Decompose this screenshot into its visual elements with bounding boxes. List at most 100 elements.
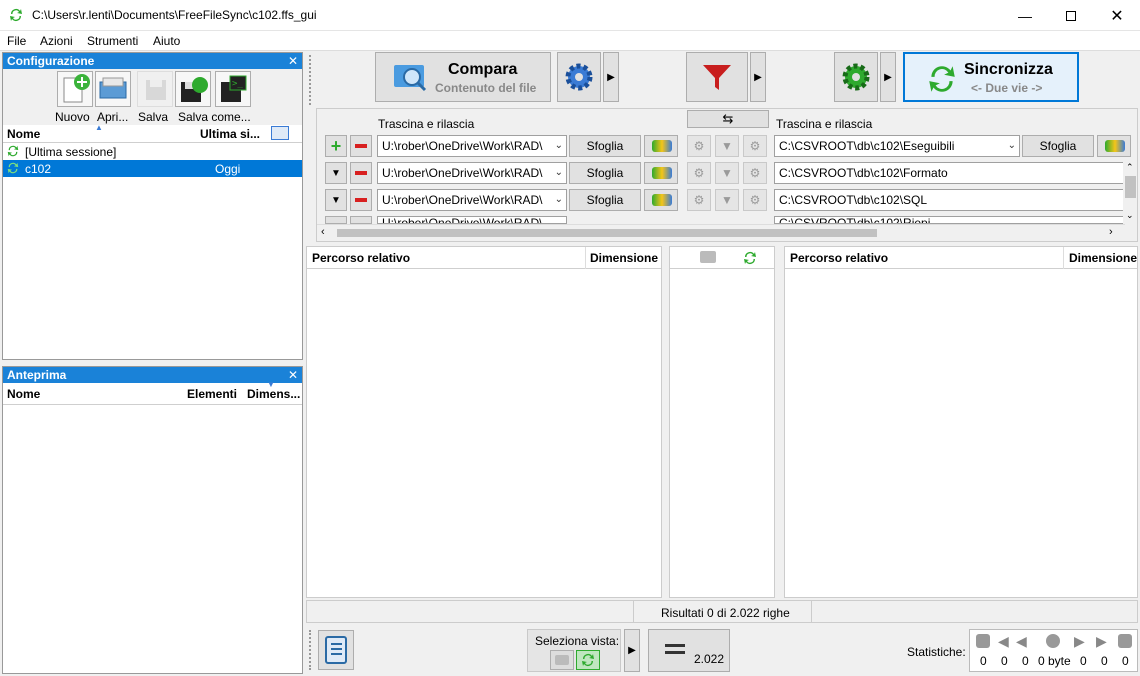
toolbar-grip[interactable] (309, 55, 312, 105)
bottom-grip[interactable] (309, 630, 312, 670)
chevron-down-icon[interactable]: ⌄ (555, 136, 563, 156)
scroll-down-icon[interactable]: ⌄ (1126, 210, 1134, 221)
col-elements-header[interactable]: Elementi (187, 387, 237, 401)
minimize-button[interactable]: — (1002, 0, 1048, 31)
equals-icon-bar (665, 651, 685, 654)
vertical-scrollbar[interactable]: ⌃ ⌄ (1123, 162, 1137, 224)
close-button[interactable]: ✕ (1094, 0, 1140, 31)
compare-settings-button[interactable] (557, 52, 601, 102)
right-col-size[interactable]: Dimensione (1069, 251, 1137, 265)
col-divider (585, 247, 586, 269)
remove-folder-pair-button[interactable] (350, 135, 372, 157)
compare-button[interactable]: Compara Contenuto del file (375, 52, 551, 102)
view-dropdown-button[interactable]: ▶ (624, 629, 640, 672)
pair-compare-settings-button[interactable]: ⚙ (687, 135, 711, 157)
config-row-selected[interactable]: c102 Oggi (3, 160, 302, 177)
minus-icon (355, 198, 367, 202)
maximize-button[interactable] (1048, 0, 1094, 31)
pair-filter-button[interactable]: ▼ (715, 189, 739, 211)
chevron-down-icon[interactable]: ⌄ (1008, 136, 1016, 156)
scroll-left-icon[interactable]: ‹ (321, 226, 325, 238)
add-folder-pair-button[interactable]: + (325, 135, 347, 157)
right-file-grid[interactable]: Percorso relativo Dimensione (784, 246, 1138, 598)
cloud-left-button[interactable] (644, 135, 678, 157)
equal-files-button[interactable]: 2.022 (648, 629, 730, 672)
cloud-left-button[interactable] (644, 162, 678, 184)
move-down-button[interactable]: ▼ (325, 189, 347, 211)
pair-compare-settings-button[interactable]: ⚙ (687, 189, 711, 211)
browse-right-button[interactable]: Sfoglia (1022, 135, 1094, 157)
save-batch-button[interactable]: >_ (215, 71, 251, 107)
remove-folder-pair-button[interactable] (350, 216, 372, 224)
col-size-header[interactable]: Dimens... (247, 387, 300, 401)
remove-folder-pair-button[interactable] (350, 189, 372, 211)
middle-grid[interactable] (669, 246, 775, 598)
horizontal-scrollbar[interactable]: ‹ › (317, 224, 1125, 241)
pair-sync-settings-button[interactable]: ⚙ (743, 135, 767, 157)
camera-icon[interactable] (700, 251, 716, 263)
move-down-button[interactable] (325, 216, 347, 224)
right-folder-input[interactable]: C:\CSVROOT\db\c102\Riepi... (774, 216, 1124, 224)
left-folder-input[interactable]: U:\rober\OneDrive\Work\RAD\ ⌄ (377, 135, 567, 157)
left-col-size[interactable]: Dimensione (590, 251, 658, 265)
view-action-button[interactable] (550, 650, 574, 670)
scroll-thumb[interactable] (337, 229, 877, 237)
browse-left-button[interactable]: Sfoglia (569, 135, 641, 157)
pair-compare-settings-button[interactable]: ⚙ (687, 162, 711, 184)
right-folder-input[interactable]: C:\CSVROOT\db\c102\Eseguibili ⌄ (774, 135, 1020, 157)
close-panel-icon[interactable]: ✕ (288, 53, 298, 69)
browse-left-button[interactable]: Sfoglia (569, 189, 641, 211)
right-folder-input[interactable]: C:\CSVROOT\db\c102\Formato (774, 162, 1124, 184)
left-col-path[interactable]: Percorso relativo (312, 251, 410, 265)
pair-filter-button[interactable]: ▼ (715, 135, 739, 157)
arrow-right-icon: ▶ (884, 71, 892, 83)
list-view-icon[interactable] (271, 126, 289, 140)
left-file-grid[interactable]: Percorso relativo Dimensione (306, 246, 662, 598)
right-col-path[interactable]: Percorso relativo (790, 251, 888, 265)
scroll-thumb[interactable] (1125, 176, 1136, 198)
left-folder-input[interactable]: U:\rober\OneDrive\Work\RAD\ (377, 216, 567, 224)
right-folder-input[interactable]: C:\CSVROOT\db\c102\SQL (774, 189, 1124, 211)
menu-aiuto[interactable]: Aiuto (153, 34, 180, 48)
freefilesync-logo-icon (10, 9, 22, 22)
chevron-down-icon[interactable]: ⌄ (555, 163, 563, 183)
col-name-header[interactable]: Nome (7, 127, 40, 141)
left-folder-input[interactable]: U:\rober\OneDrive\Work\RAD\ ⌄ (377, 162, 567, 184)
menu-azioni[interactable]: Azioni (40, 34, 73, 48)
view-sync-button[interactable] (576, 650, 600, 670)
save-as-config-button[interactable] (175, 71, 211, 107)
sync-settings-button[interactable] (834, 52, 878, 102)
sync-dropdown-button[interactable]: ▶ (880, 52, 896, 102)
new-config-button[interactable] (57, 71, 93, 107)
move-down-button[interactable]: ▼ (325, 162, 347, 184)
remove-folder-pair-button[interactable] (350, 162, 372, 184)
select-view-group: Seleziona vista: (527, 629, 621, 672)
stat-value: 0 (1101, 654, 1108, 668)
delete-left-icon (976, 634, 990, 648)
cloud-left-button[interactable] (644, 189, 678, 211)
pair-sync-settings-button[interactable]: ⚙ (743, 189, 767, 211)
filter-dropdown-button[interactable]: ▶ (750, 52, 766, 102)
menu-strumenti[interactable]: Strumenti (87, 34, 138, 48)
scroll-up-icon[interactable]: ⌃ (1126, 162, 1134, 173)
filter-button[interactable] (686, 52, 748, 102)
swap-sides-button[interactable]: ⇆ (687, 110, 769, 128)
cloud-right-button[interactable] (1097, 135, 1131, 157)
config-row[interactable]: [Ultima sessione] (3, 143, 302, 160)
menu-file[interactable]: File (7, 34, 26, 48)
left-folder-input[interactable]: U:\rober\OneDrive\Work\RAD\ ⌄ (377, 189, 567, 211)
compare-dropdown-button[interactable]: ▶ (603, 52, 619, 102)
chevron-down-icon[interactable]: ⌄ (555, 190, 563, 210)
pair-filter-button[interactable]: ▼ (715, 162, 739, 184)
browse-left-button[interactable]: Sfoglia (569, 162, 641, 184)
synchronize-button[interactable]: Sincronizza <- Due vie -> (903, 52, 1079, 102)
open-config-button[interactable] (95, 71, 131, 107)
col-name-header[interactable]: Nome (7, 387, 40, 401)
col-last-sync-header[interactable]: Ultima si... (200, 127, 260, 141)
save-config-button[interactable] (137, 71, 173, 107)
close-panel-icon[interactable]: ✕ (288, 367, 298, 383)
sync-icon[interactable] (742, 250, 758, 266)
toggle-log-button[interactable] (318, 630, 354, 670)
scroll-right-icon[interactable]: › (1109, 226, 1113, 238)
pair-sync-settings-button[interactable]: ⚙ (743, 162, 767, 184)
